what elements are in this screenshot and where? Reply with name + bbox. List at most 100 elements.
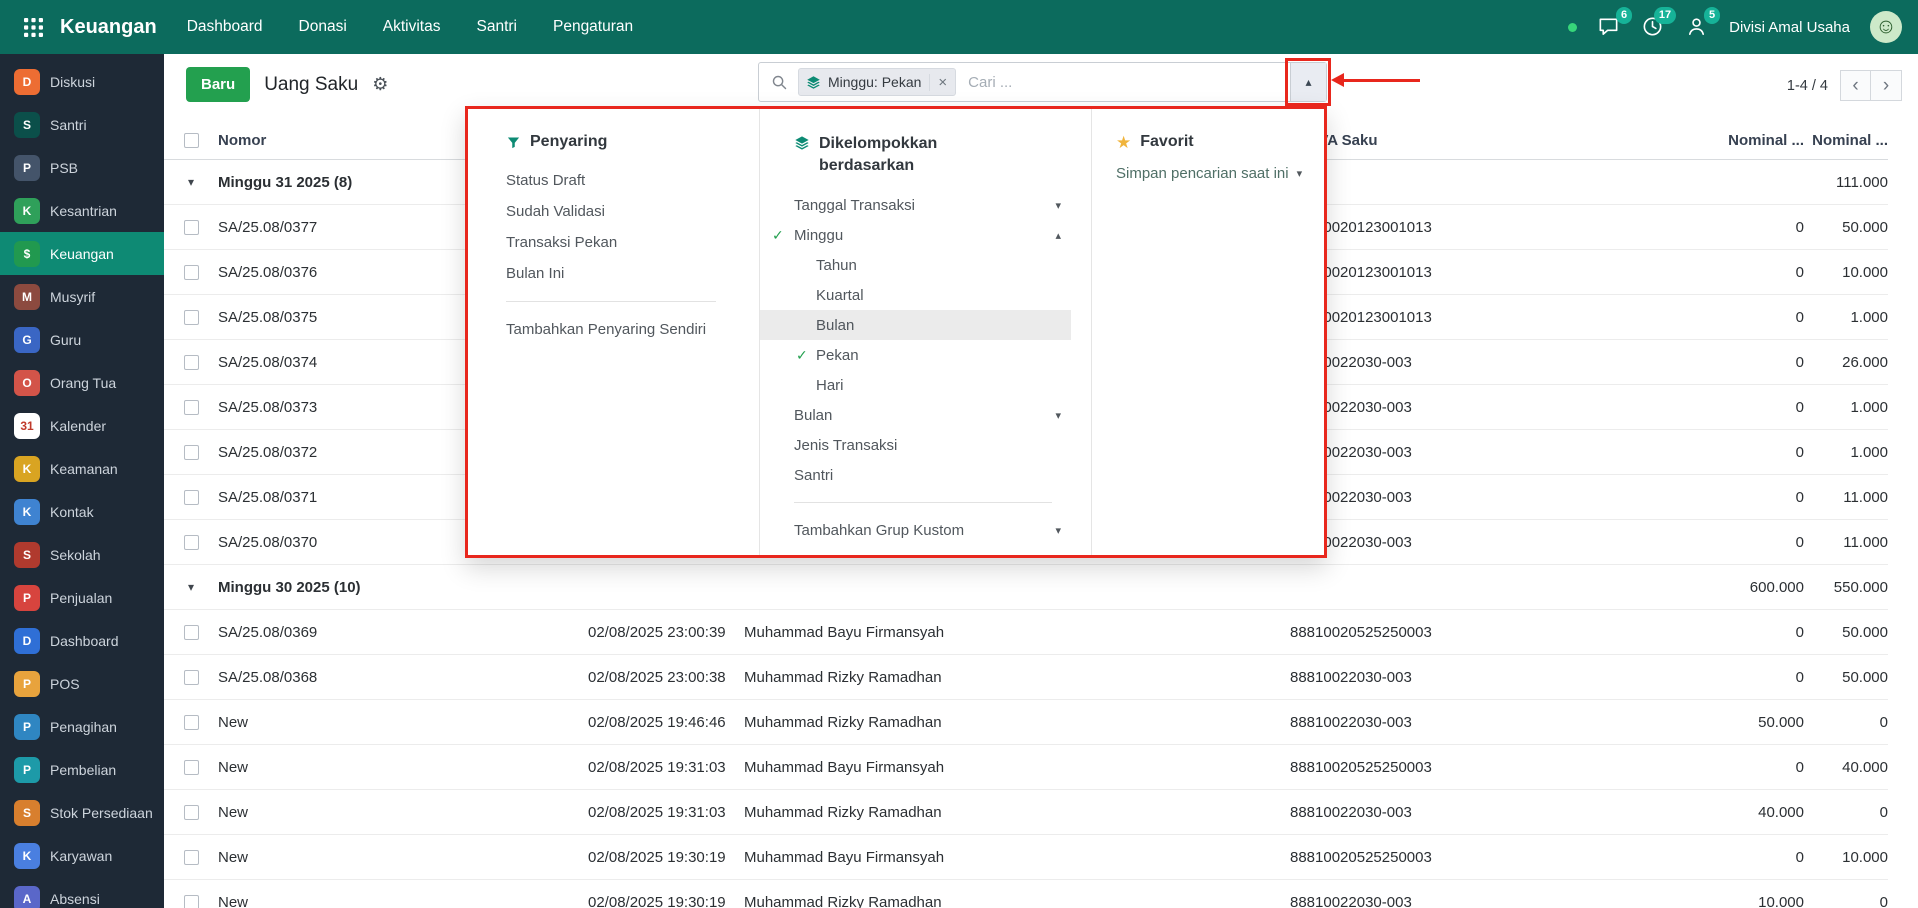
row-checkbox[interactable]	[183, 219, 199, 235]
filter-transaksi-pekan[interactable]: Transaksi Pekan	[506, 227, 745, 258]
sidebar-item-musyrif[interactable]: M Musyrif	[0, 275, 164, 318]
row-checkbox[interactable]	[183, 264, 199, 280]
table-row[interactable]: New 02/08/2025 19:46:46 Muhammad Rizky Ram…	[164, 700, 1888, 745]
sidebar-item-pembelian[interactable]: P Pembelian	[0, 748, 164, 791]
facet-remove-button[interactable]: ×	[929, 73, 955, 91]
groupby-hari[interactable]: Hari	[760, 370, 1071, 400]
row-checkbox[interactable]	[183, 804, 199, 820]
cell-nomor: New	[218, 893, 249, 908]
cell-nomor: New	[218, 713, 249, 731]
sidebar-item-santri[interactable]: S Santri	[0, 103, 164, 146]
groupby-minggu[interactable]: ✓ Minggu ▴	[760, 220, 1071, 250]
row-checkbox[interactable]	[183, 714, 199, 730]
save-current-search[interactable]: Simpan pencarian saat ini ▾	[1116, 165, 1310, 182]
search-dropdown-toggle[interactable]: ▴	[1290, 63, 1326, 101]
row-checkbox[interactable]	[183, 534, 199, 550]
search-input[interactable]: Cari ...	[968, 74, 1290, 91]
apps-menu-button[interactable]	[16, 10, 50, 44]
search-bar[interactable]: Minggu: Pekan × Cari ... ▴	[758, 62, 1327, 102]
sidebar-item-label: Musyrif	[50, 288, 96, 305]
page-title: Uang Saku	[264, 73, 359, 95]
row-checkbox[interactable]	[183, 354, 199, 370]
table-row[interactable]: SA/25.08/0369 02/08/2025 23:00:39 Muhammad…	[164, 610, 1888, 655]
row-checkbox[interactable]	[183, 399, 199, 415]
nav-menu-donasi[interactable]: Donasi	[299, 18, 347, 36]
pager-next-button[interactable]: ›	[1871, 70, 1902, 101]
sidebar-item-absensi[interactable]: A Absensi	[0, 877, 164, 908]
annotation-arrow	[1331, 73, 1420, 87]
group-caret-icon: ▾	[187, 580, 195, 594]
select-all-checkbox[interactable]	[183, 133, 199, 148]
sidebar-item-keuangan[interactable]: $ Keuangan	[0, 232, 164, 275]
table-row[interactable]: New 02/08/2025 19:30:19 Muhammad Bayu Firm…	[164, 835, 1888, 880]
new-button[interactable]: Baru	[186, 67, 251, 102]
row-checkbox[interactable]	[183, 894, 199, 908]
add-custom-group[interactable]: Tambahkan Grup Kustom ▾	[760, 515, 1071, 545]
row-checkbox[interactable]	[183, 489, 199, 505]
row-checkbox[interactable]	[183, 624, 199, 640]
caret-down-icon: ▾	[1055, 199, 1061, 212]
filters-title: Penyaring	[530, 133, 608, 150]
groupby-tahun[interactable]: Tahun	[760, 250, 1071, 280]
sidebar-item-dashboard[interactable]: D Dashboard	[0, 619, 164, 662]
sidebar-item-kontak[interactable]: K Kontak	[0, 490, 164, 533]
activities-button[interactable]: 17	[1641, 7, 1677, 39]
sidebar-item-psb[interactable]: P PSB	[0, 146, 164, 189]
sidebar-item-penjualan[interactable]: P Penjualan	[0, 576, 164, 619]
filter-bulan-ini[interactable]: Bulan Ini	[506, 258, 745, 289]
nav-menu-dashboard[interactable]: Dashboard	[187, 18, 263, 36]
search-facet[interactable]: Minggu: Pekan ×	[798, 68, 957, 96]
sidebar-item-sekolah[interactable]: S Sekolah	[0, 533, 164, 576]
column-header-nominal-in[interactable]: Nominal ...	[1664, 132, 1804, 149]
nav-menu-santri[interactable]: Santri	[476, 18, 517, 36]
user-avatar[interactable]: ☺	[1870, 11, 1902, 43]
filter-sudah-validasi[interactable]: Sudah Validasi	[506, 196, 745, 227]
sidebar-item-kesantrian[interactable]: K Kesantrian	[0, 189, 164, 232]
row-checkbox[interactable]	[183, 309, 199, 325]
group-row[interactable]: ▾ Minggu 30 2025 (10) 600.000 550.000	[164, 565, 1888, 610]
groupby-pekan[interactable]: ✓ Pekan	[760, 340, 1071, 370]
row-checkbox[interactable]	[183, 444, 199, 460]
groupby-jenis-transaksi[interactable]: Jenis Transaksi	[760, 430, 1071, 460]
column-header-nominal-out[interactable]: Nominal ...	[1804, 132, 1888, 149]
company-name[interactable]: Divisi Amal Usaha	[1729, 19, 1850, 36]
add-custom-filter[interactable]: Tambahkan Penyaring Sendiri	[506, 314, 745, 345]
breadcrumb-area: Baru Uang Saku ⚙	[186, 67, 388, 102]
sidebar-item-pos[interactable]: P POS	[0, 662, 164, 705]
gear-icon[interactable]: ⚙	[372, 74, 388, 95]
pager: 1-4 / 4 ‹ ›	[1787, 70, 1902, 101]
divider	[506, 301, 717, 302]
column-header-va[interactable]: No. VA Saku	[1290, 132, 1664, 149]
row-checkbox[interactable]	[183, 669, 199, 685]
group-caret-icon: ▾	[187, 175, 195, 189]
nav-menu-aktivitas[interactable]: Aktivitas	[383, 18, 441, 36]
groupby-bulan[interactable]: Bulan ▾	[760, 400, 1071, 430]
app-brand[interactable]: Keuangan	[60, 16, 157, 39]
pager-previous-button[interactable]: ‹	[1840, 70, 1871, 101]
sidebar-item-keamanan[interactable]: K Keamanan	[0, 447, 164, 490]
sidebar-item-karyawan[interactable]: K Karyawan	[0, 834, 164, 877]
row-checkbox[interactable]	[183, 759, 199, 775]
messages-button[interactable]: 6	[1597, 7, 1633, 39]
filter-status-draft[interactable]: Status Draft	[506, 165, 745, 196]
sidebar-item-penagihan[interactable]: P Penagihan	[0, 705, 164, 748]
sidebar-item-label: Orang Tua	[50, 374, 117, 391]
table-row[interactable]: New 02/08/2025 19:31:03 Muhammad Rizky Ram…	[164, 790, 1888, 835]
sidebar-item-diskusi[interactable]: D Diskusi	[0, 60, 164, 103]
row-checkbox[interactable]	[183, 849, 199, 865]
table-row[interactable]: New 02/08/2025 19:31:03 Muhammad Bayu Firm…	[164, 745, 1888, 790]
sidebar-item-kalender[interactable]: 31 Kalender	[0, 404, 164, 447]
table-row[interactable]: New 02/08/2025 19:30:19 Muhammad Rizky Ram…	[164, 880, 1888, 908]
groupby-tanggal-transaksi[interactable]: Tanggal Transaksi ▾	[760, 190, 1071, 220]
apps-grid-icon	[23, 17, 43, 37]
sidebar-item-stok-persediaan[interactable]: S Stok Persediaan	[0, 791, 164, 834]
sidebar-item-orang-tua[interactable]: O Orang Tua	[0, 361, 164, 404]
table-row[interactable]: SA/25.08/0368 02/08/2025 23:00:38 Muhammad…	[164, 655, 1888, 700]
nav-menu-pengaturan[interactable]: Pengaturan	[553, 18, 633, 36]
contacts-button[interactable]: 5	[1685, 7, 1721, 39]
sidebar-item-guru[interactable]: G Guru	[0, 318, 164, 361]
groupby-kuartal[interactable]: Kuartal	[760, 280, 1071, 310]
karyawan-icon: K	[14, 842, 40, 869]
groupby-santri[interactable]: Santri	[760, 460, 1071, 490]
groupby-bulan[interactable]: Bulan	[760, 310, 1071, 341]
